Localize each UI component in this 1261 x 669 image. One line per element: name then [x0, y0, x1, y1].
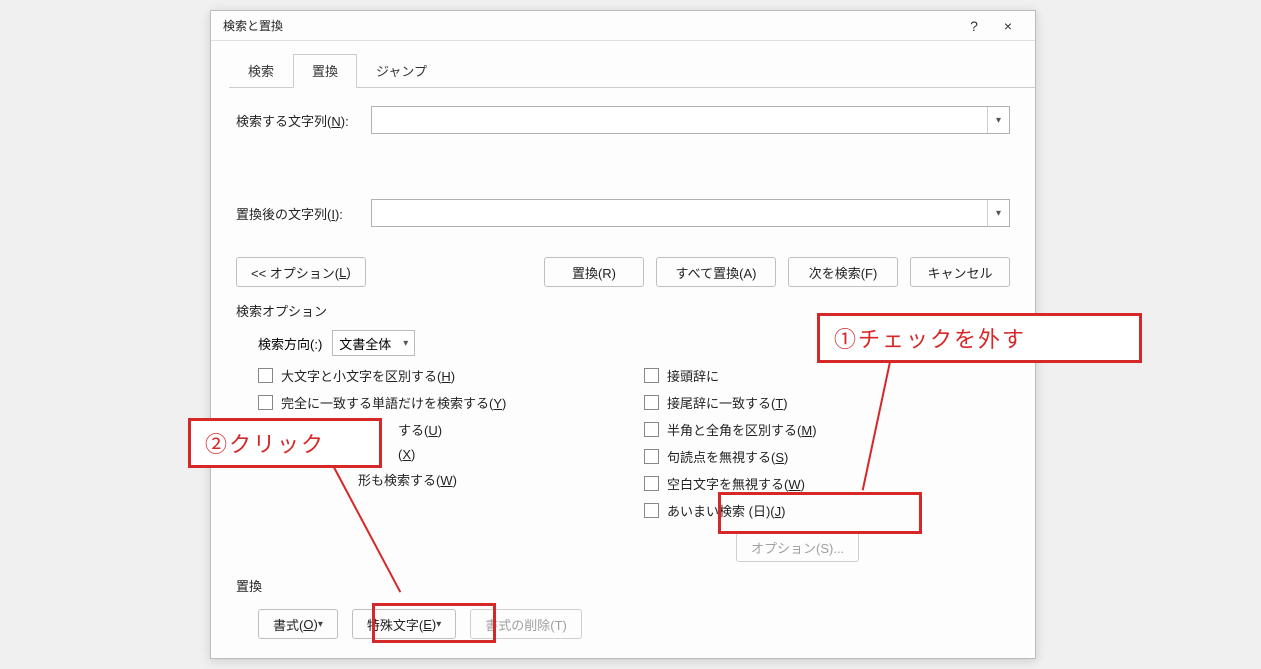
annotation-highlight-checkbox [718, 492, 922, 534]
cancel-button[interactable]: キャンセル [910, 257, 1010, 287]
checkbox-icon [644, 422, 659, 437]
replace-section-label: 置換 [236, 576, 1010, 595]
checkbox-icon [644, 395, 659, 410]
checkbox-icon [644, 503, 659, 518]
direction-label: 検索方向(:) [258, 334, 322, 353]
callout-uncheck: ①チェックを外す [817, 313, 1142, 363]
checkbox-icon [644, 449, 659, 464]
tab-replace[interactable]: 置換 [293, 54, 357, 88]
fuzzy-options-wrap: オプション(S)... [736, 532, 1010, 562]
checkbox-icon [258, 368, 273, 383]
cb-whole-word[interactable]: 完全に一致する単語だけを検索する(Y) [258, 393, 624, 412]
callout-click: ②クリック [188, 418, 382, 468]
replace-all-button[interactable]: すべて置換(A) [656, 257, 776, 287]
find-input[interactable] [372, 107, 987, 133]
close-button[interactable]: × [991, 12, 1025, 40]
dialog-title: 検索と置換 [223, 17, 957, 34]
annotation-highlight-special-button [372, 603, 496, 643]
format-button[interactable]: 書式(O) [258, 609, 338, 639]
help-button[interactable]: ? [957, 12, 991, 40]
form-area: 検索する文字列(N): ▾ 置換後の文字列(I): ▾ [211, 88, 1035, 227]
replace-row: 置換後の文字列(I): ▾ [236, 199, 1010, 227]
cb-match-case[interactable]: 大文字と小文字を区別する(H) [258, 366, 624, 385]
cb-ignore-space[interactable]: 空白文字を無視する(W) [644, 474, 1010, 493]
tab-search[interactable]: 検索 [229, 54, 293, 88]
find-next-button[interactable]: 次を検索(F) [788, 257, 898, 287]
cb-prefix[interactable]: 接頭辞に [644, 366, 1010, 385]
replace-label: 置換後の文字列(I): [236, 204, 371, 223]
find-input-combo[interactable]: ▾ [371, 106, 1010, 134]
checkbox-icon [644, 476, 659, 491]
find-row: 検索する文字列(N): ▾ [236, 106, 1010, 134]
replace-button[interactable]: 置換(R) [544, 257, 644, 287]
button-row: << オプション(L) 置換(R) すべて置換(A) 次を検索(F) キャンセル [211, 257, 1035, 295]
find-label: 検索する文字列(N): [236, 111, 371, 130]
replace-format-section: 置換 書式(O) 特殊文字(E) 書式の削除(T) [211, 568, 1035, 639]
direction-select[interactable]: 文書全体 ▾ [332, 330, 415, 356]
checkbox-icon [258, 395, 273, 410]
tab-jump[interactable]: ジャンプ [357, 54, 446, 88]
replace-input-combo[interactable]: ▾ [371, 199, 1010, 227]
options-toggle-button[interactable]: << オプション(L) [236, 257, 366, 287]
checkbox-icon [644, 368, 659, 383]
replace-history-dropdown-icon[interactable]: ▾ [987, 200, 1009, 226]
fuzzy-options-button[interactable]: オプション(S)... [736, 532, 859, 562]
cb-word-forms[interactable]: 形も検索する(W) [258, 470, 624, 489]
cb-byte-width[interactable]: 半角と全角を区別する(M) [644, 420, 1010, 439]
chevron-down-icon: ▾ [403, 338, 408, 349]
titlebar: 検索と置換 ? × [211, 11, 1035, 41]
replace-input[interactable] [372, 200, 987, 226]
dialog-tabs: 検索 置換 ジャンプ [229, 53, 1035, 88]
cb-ignore-punct[interactable]: 句読点を無視する(S) [644, 447, 1010, 466]
find-history-dropdown-icon[interactable]: ▾ [987, 107, 1009, 133]
cb-suffix[interactable]: 接尾辞に一致する(T) [644, 393, 1010, 412]
replace-buttons-row: 書式(O) 特殊文字(E) 書式の削除(T) [258, 609, 1010, 639]
